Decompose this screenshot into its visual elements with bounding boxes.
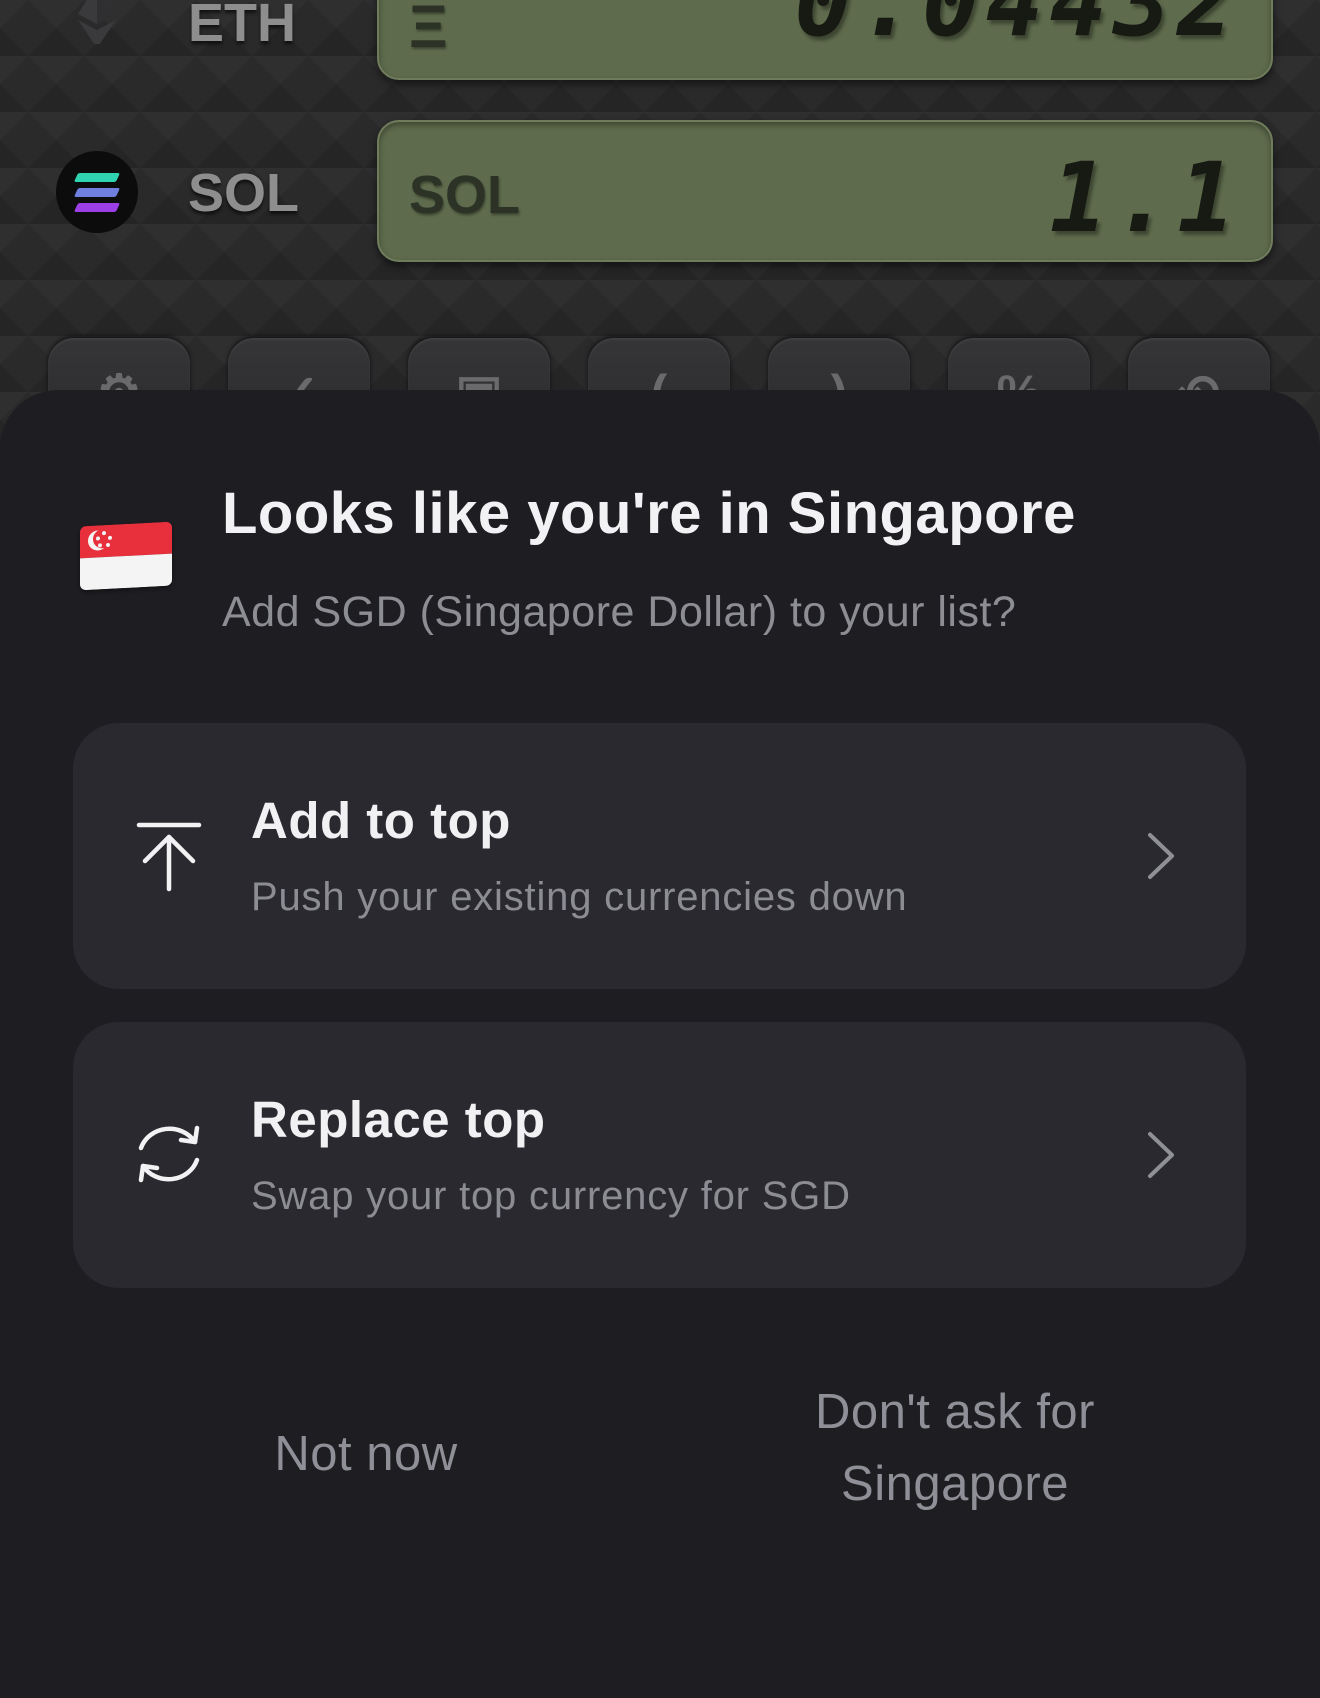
not-now-label: Not now xyxy=(274,1427,458,1481)
currency-row-sol[interactable]: SOL SOL 1.1 xyxy=(0,120,1320,262)
ethereum-icon xyxy=(56,0,138,48)
lcd-display[interactable]: SOL 1.1 xyxy=(377,120,1273,262)
add-to-top-button[interactable]: Add to top Push your existing currencies… xyxy=(73,723,1246,989)
singapore-flag-icon xyxy=(80,521,172,591)
chevron-right-icon xyxy=(1140,1130,1184,1180)
lcd-display[interactable]: Ξ 0.04432 xyxy=(377,0,1273,80)
currency-code: ETH xyxy=(188,0,296,53)
not-now-button[interactable]: Not now xyxy=(166,1418,566,1490)
chevron-right-icon xyxy=(1140,831,1184,881)
lcd-currency-symbol: Ξ xyxy=(409,0,448,60)
lcd-value: 1.1 xyxy=(1049,142,1241,254)
solana-icon xyxy=(56,151,138,233)
replace-top-button[interactable]: Replace top Swap your top currency for S… xyxy=(73,1022,1246,1288)
dont-ask-button[interactable]: Don't ask for Singapore xyxy=(700,1376,1210,1520)
dont-ask-label-line2: Singapore xyxy=(841,1457,1069,1511)
prompt-title: Looks like you're in Singapore xyxy=(222,481,1076,546)
screen: ETH Ξ 0.04432 SOL SOL 1.1 ⚙ ✓ ▣ ( ) xyxy=(0,0,1320,1698)
currency-code: SOL xyxy=(188,163,300,223)
refresh-swap-icon xyxy=(131,1116,207,1192)
dont-ask-label-line1: Don't ask for xyxy=(814,1385,1096,1439)
currency-row-eth[interactable]: ETH Ξ 0.04432 xyxy=(0,0,1320,80)
option-subtitle: Push your existing currencies down xyxy=(251,875,908,919)
lcd-value: 0.04432 xyxy=(794,0,1241,58)
option-subtitle: Swap your top currency for SGD xyxy=(251,1174,851,1218)
option-title: Add to top xyxy=(251,792,511,849)
option-title: Replace top xyxy=(251,1091,546,1148)
prompt-subtitle: Add SGD (Singapore Dollar) to your list? xyxy=(222,588,1017,636)
arrow-up-to-top-icon xyxy=(131,817,207,893)
lcd-currency-code: SOL xyxy=(409,165,521,225)
location-prompt-sheet: Looks like you're in Singapore Add SGD (… xyxy=(0,390,1320,1698)
